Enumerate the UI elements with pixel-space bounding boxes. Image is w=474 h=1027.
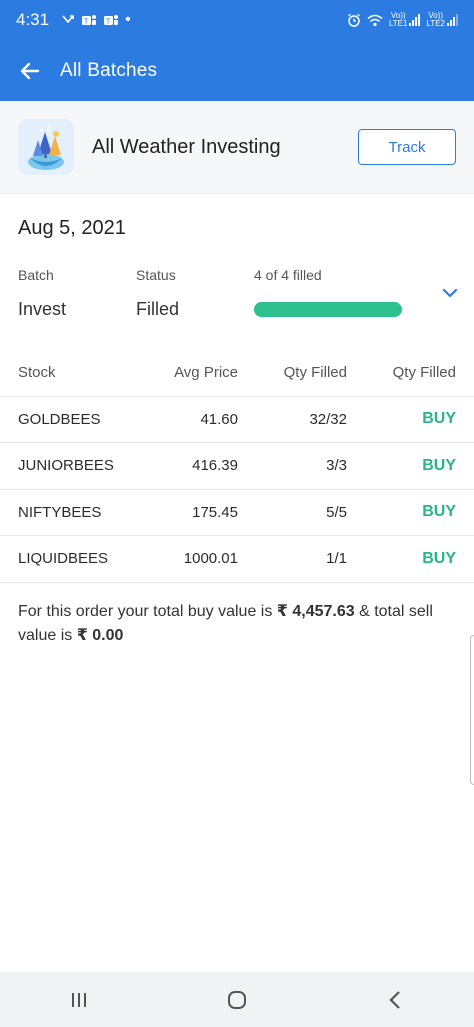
orders-table: Stock Avg Price Qty Filled Qty Filled GO…	[0, 350, 474, 583]
missed-call-icon	[62, 15, 74, 24]
status-bar: 4:31 T T • Vo)) LTE1 Vo)) LTE2	[0, 0, 474, 40]
strategy-name: All Weather Investing	[92, 135, 281, 158]
fill-progress-bar	[254, 302, 402, 317]
app-bar: All Batches	[0, 40, 474, 101]
qty-filled: 32/32	[309, 410, 347, 428]
fill-progress-value	[254, 302, 402, 317]
header-stock: Stock	[18, 364, 56, 382]
home-icon[interactable]	[222, 985, 252, 1015]
status-right-icons: Vo)) LTE1 Vo)) LTE2	[347, 12, 458, 28]
table-row: NIFTYBEES 175.45 5/5 BUY	[0, 490, 474, 536]
stock-name: NIFTYBEES	[18, 503, 102, 521]
weather-trees-logo-icon	[18, 119, 74, 175]
buy-action[interactable]: BUY	[347, 457, 456, 475]
chevron-down-icon[interactable]	[440, 283, 460, 303]
status-left-icons: T T •	[61, 11, 131, 29]
page-title: All Batches	[60, 59, 158, 81]
filled-count-label: 4 of 4 filled	[254, 267, 322, 283]
stock-name: GOLDBEES	[18, 410, 101, 428]
system-nav-bar	[0, 972, 474, 1027]
batch-date: Aug 5, 2021	[18, 217, 126, 239]
table-header-row: Stock Avg Price Qty Filled Qty Filled	[0, 350, 474, 397]
strategy-header: All Weather Investing Track	[0, 101, 474, 194]
svg-text:T: T	[105, 18, 111, 26]
svg-text:T: T	[83, 18, 89, 26]
header-qty-filled: Qty Filled	[283, 364, 347, 382]
table-row: JUNIORBEES 416.39 3/3 BUY	[0, 443, 474, 490]
avg-price: 416.39	[192, 457, 238, 475]
arrow-left-icon[interactable]	[18, 59, 42, 83]
lte2-signal-icon: Vo)) LTE2	[426, 12, 458, 28]
qty-filled: 1/1	[326, 550, 347, 568]
status-value: Filled	[136, 299, 180, 319]
lte1-signal-icon: Vo)) LTE1	[389, 12, 421, 28]
avg-price: 175.45	[192, 503, 238, 521]
qty-filled: 5/5	[326, 503, 347, 521]
summary-prefix: For this order your total buy value is	[18, 603, 277, 620]
batch-label: Batch	[18, 267, 54, 283]
stock-name: JUNIORBEES	[18, 457, 114, 475]
stock-name: LIQUIDBEES	[18, 550, 109, 568]
back-icon[interactable]	[380, 985, 410, 1015]
alarm-icon	[348, 13, 360, 27]
dot-icon: •	[125, 11, 131, 28]
table-row: LIQUIDBEES 1000.01 1/1 BUY	[0, 536, 474, 583]
buy-action[interactable]: BUY	[347, 550, 456, 568]
teams-icon: T	[82, 15, 97, 26]
total-sell-value: ₹ 0.00	[76, 627, 124, 644]
table-row: GOLDBEES 41.60 32/32 BUY	[0, 397, 474, 443]
wifi-icon	[367, 14, 383, 26]
total-buy-value: ₹ 4,457.63	[276, 603, 355, 620]
qty-filled: 3/3	[326, 457, 347, 475]
order-summary: For this order your total buy value is ₹…	[18, 600, 458, 648]
header-avg-price: Avg Price	[174, 364, 238, 382]
header-qty-filled-2: Qty Filled	[392, 364, 456, 382]
status-label: Status	[136, 267, 176, 283]
scroll-indicator	[470, 635, 474, 785]
batch-value: Invest	[18, 299, 67, 319]
track-button[interactable]: Track	[358, 129, 456, 165]
teams-icon: T	[104, 15, 119, 26]
buy-action[interactable]: BUY	[347, 410, 456, 428]
avg-price: 41.60	[200, 410, 238, 428]
buy-action[interactable]: BUY	[347, 503, 456, 521]
avg-price: 1000.01	[183, 550, 238, 568]
recent-apps-icon[interactable]	[64, 985, 94, 1015]
status-time: 4:31	[16, 10, 50, 29]
